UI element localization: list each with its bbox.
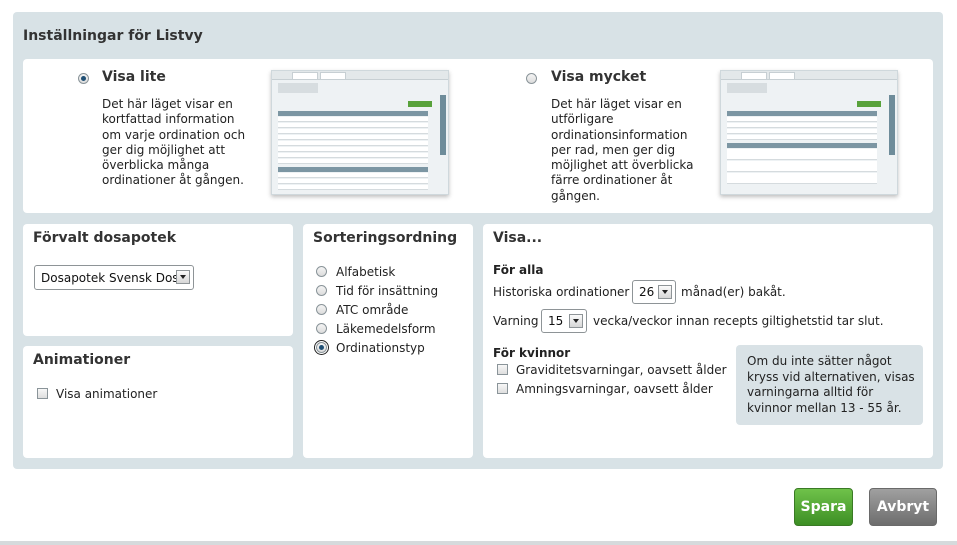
show-much-description: Det här läget visar en utförligare ordin… [551,97,694,203]
warning-weeks-select[interactable]: 15 [541,309,587,333]
cancel-button[interactable]: Avbryt [869,488,937,526]
sort-option-label[interactable]: Ordinationstyp [336,341,425,355]
warning-weeks-value: 15 [548,314,564,328]
women-warning-info-text: Om du inte sätter något kryss vid altern… [747,354,915,415]
show-title: Visa... [493,230,543,246]
show-much-title[interactable]: Visa mycket [551,69,646,85]
show-little-preview-image [271,70,449,195]
bottom-divider [0,541,957,545]
default-pharmacy-panel: Förvalt dosapotek Dosapotek Svensk Dos [23,224,293,336]
default-pharmacy-select[interactable]: Dosapotek Svensk Dos [34,265,194,290]
sorting-panel: Sorteringsordning Alfabetisk Tid för ins… [303,224,473,458]
sort-option-label[interactable]: Läkemedelsform [336,322,436,336]
chevron-down-icon[interactable] [569,314,583,328]
show-much-preview-image [720,70,898,195]
chevron-down-icon[interactable] [176,270,190,284]
sort-option-label[interactable]: Tid för insättning [336,284,438,298]
default-pharmacy-value: Dosapotek Svensk Dos [41,271,179,285]
sort-drug-form-radio[interactable] [316,323,327,334]
history-suffix: månad(er) bakåt. [681,285,786,299]
warning-prefix: Varning [493,314,539,328]
sort-insertion-time-radio[interactable] [316,285,327,296]
chevron-down-icon[interactable] [658,285,672,299]
for-all-heading: För alla [493,263,544,277]
show-little-description: Det här läget visar en kortfattad inform… [102,97,246,188]
for-women-heading: För kvinnor [493,346,571,360]
sort-option-label[interactable]: Alfabetisk [336,265,395,279]
save-button[interactable]: Spara [794,488,853,526]
show-little-radio[interactable] [78,73,89,84]
warning-suffix: vecka/veckor innan recepts giltighetstid… [593,314,884,328]
show-animations-checkbox[interactable] [37,388,48,399]
show-much-radio[interactable] [526,73,537,84]
breastfeeding-warnings-label[interactable]: Amningsvarningar, oavsett ålder [516,382,713,396]
section-title: Inställningar för Listvy [23,28,203,44]
history-months-select[interactable]: 26 [632,280,676,304]
animations-panel: Animationer Visa animationer [23,346,293,458]
list-view-settings-section: Inställningar för Listvy Visa lite Det h… [13,12,943,469]
sort-ordination-type-radio[interactable] [314,340,329,355]
view-mode-panel: Visa lite Det här läget visar en kortfat… [23,59,933,213]
default-pharmacy-title: Förvalt dosapotek [33,230,177,246]
animations-title: Animationer [33,352,131,368]
breastfeeding-warnings-checkbox[interactable] [497,383,508,394]
show-animations-label[interactable]: Visa animationer [56,387,157,401]
show-little-title[interactable]: Visa lite [102,69,166,85]
sort-option-label[interactable]: ATC område [336,303,408,317]
sort-alphabetical-radio[interactable] [316,266,327,277]
women-warning-info-box: Om du inte sätter något kryss vid altern… [736,345,923,425]
pregnancy-warnings-checkbox[interactable] [497,364,508,375]
sort-atc-area-radio[interactable] [316,304,327,315]
sorting-title: Sorteringsordning [313,230,458,246]
pregnancy-warnings-label[interactable]: Graviditetsvarningar, oavsett ålder [516,363,727,377]
history-prefix: Historiska ordinationer [493,285,630,299]
history-months-value: 26 [639,285,655,299]
